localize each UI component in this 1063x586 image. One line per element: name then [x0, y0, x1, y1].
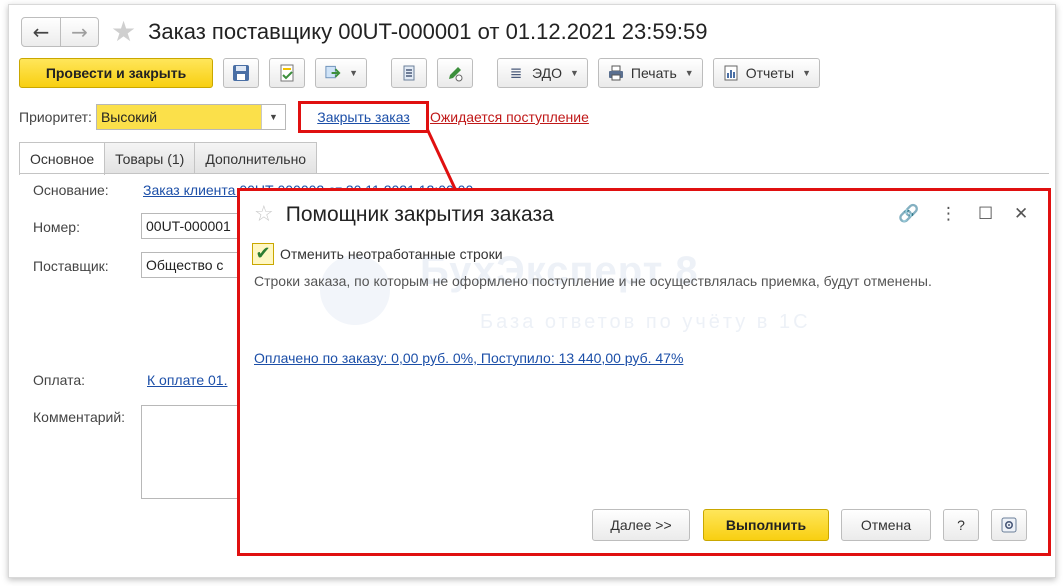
supplier-field[interactable]: Общество с — [141, 252, 251, 278]
link-icon[interactable]: 🔗 — [898, 203, 919, 225]
comment-textarea[interactable] — [141, 405, 251, 499]
toolbar: Провести и закрыть ▼ ≣ ЭДО ▼ Печать ▼ От… — [19, 57, 830, 89]
edo-icon: ≣ — [509, 64, 523, 82]
post-document-button[interactable] — [269, 58, 305, 88]
tab-main[interactable]: Основное — [19, 142, 106, 175]
create-based-on-icon — [325, 65, 341, 79]
priority-row: Приоритет: Высокий ▼ — [19, 103, 286, 131]
page-title: Заказ поставщику 00UT-000001 от 01.12.20… — [148, 19, 708, 44]
print-button[interactable]: Печать ▼ — [597, 58, 703, 88]
back-button[interactable]: ← — [22, 18, 60, 46]
reports-label: Отчеты — [745, 65, 795, 81]
payment-link[interactable]: К оплате 01. — [147, 372, 227, 388]
save-button[interactable] — [223, 58, 259, 88]
structure-button[interactable] — [391, 58, 427, 88]
more-icon[interactable]: ⋮ — [940, 203, 957, 225]
close-icon[interactable]: ✕ — [1014, 203, 1028, 225]
cancel-button[interactable]: Отмена — [841, 509, 931, 541]
close-order-link[interactable]: Закрыть заказ — [317, 109, 410, 125]
order-window: ← → ★ Заказ поставщику 00UT-000001 от 01… — [8, 4, 1056, 578]
forward-button[interactable]: → — [60, 18, 98, 46]
edo-label: ЭДО — [532, 65, 562, 81]
dialog-description: Строки заказа, по которым не оформлено п… — [254, 273, 932, 289]
settings-gear-icon — [1001, 517, 1017, 533]
print-label: Печать — [630, 65, 677, 81]
maximize-icon[interactable]: ☐ — [978, 203, 993, 225]
nav-group: ← → — [21, 17, 99, 47]
chevron-down-icon: ▼ — [802, 68, 812, 78]
execute-button[interactable]: Выполнить — [703, 509, 829, 541]
watermark-logo-icon — [320, 255, 390, 325]
arrow-left-icon: ← — [32, 20, 50, 44]
checkmark-icon: ✔ — [255, 243, 271, 264]
chevron-down-icon: ▼ — [569, 68, 579, 78]
settings-button[interactable] — [991, 509, 1027, 541]
edo-button[interactable]: ≣ ЭДО ▼ — [497, 58, 588, 88]
order-summary-link[interactable]: Оплачено по заказу: 0,00 руб. 0%, Поступ… — [254, 350, 683, 366]
arrow-right-icon: → — [71, 20, 88, 44]
favorite-star-icon[interactable]: ☆ — [254, 204, 274, 226]
create-based-on-button[interactable]: ▼ — [315, 58, 367, 88]
number-field[interactable]: 00UT-000001 — [141, 213, 251, 239]
title-row: ← → ★ Заказ поставщику 00UT-000001 от 01… — [21, 15, 707, 49]
priority-value: Высокий — [96, 105, 261, 129]
priority-select[interactable]: Высокий ▼ — [95, 104, 286, 130]
cancel-lines-checkbox[interactable]: ✔ — [252, 243, 274, 265]
priority-label: Приоритет: — [19, 109, 92, 125]
cancel-lines-label[interactable]: Отменить неотработанные строки — [280, 246, 503, 262]
close-order-dialog: БухЭксперт 8 База ответов по учёту в 1С … — [237, 188, 1051, 556]
tab-bar: Основное Товары (1) Дополнительно — [19, 142, 318, 175]
tab-divider — [19, 173, 1049, 174]
number-label: Номер: — [33, 219, 80, 235]
edit-button[interactable] — [437, 58, 473, 88]
close-order-highlight: Закрыть заказ — [298, 101, 429, 133]
watermark-sub-text: База ответов по учёту в 1С — [480, 311, 811, 333]
reports-button[interactable]: Отчеты ▼ — [712, 58, 821, 88]
basis-label: Основание: — [33, 182, 109, 198]
pencil-icon — [449, 67, 463, 82]
reports-icon — [724, 65, 738, 81]
post-document-icon — [280, 64, 294, 82]
comment-label: Комментарий: — [33, 409, 126, 425]
list-icon — [403, 65, 415, 81]
supplier-label: Поставщик: — [33, 258, 109, 274]
dialog-title: Помощник закрытия заказа — [285, 203, 554, 226]
expected-receipt-link[interactable]: Ожидается поступление — [430, 109, 589, 125]
chevron-down-icon: ▼ — [684, 68, 694, 78]
favorite-star-icon[interactable]: ★ — [111, 18, 136, 46]
tab-goods[interactable]: Товары (1) — [104, 142, 196, 174]
dialog-header: ☆ Помощник закрытия заказа — [254, 203, 554, 227]
post-and-close-button[interactable]: Провести и закрыть — [19, 58, 213, 88]
payment-label: Оплата: — [33, 372, 86, 388]
tab-additional[interactable]: Дополнительно — [194, 142, 318, 174]
next-button[interactable]: Далее >> — [592, 509, 690, 541]
help-button[interactable]: ? — [943, 509, 979, 541]
printer-icon — [608, 65, 623, 81]
cancel-lines-checkbox-row: ✔ Отменить неотработанные строки — [252, 243, 503, 265]
chevron-down-icon[interactable]: ▼ — [260, 105, 285, 129]
chevron-down-icon: ▼ — [349, 68, 358, 78]
save-icon — [233, 65, 249, 81]
